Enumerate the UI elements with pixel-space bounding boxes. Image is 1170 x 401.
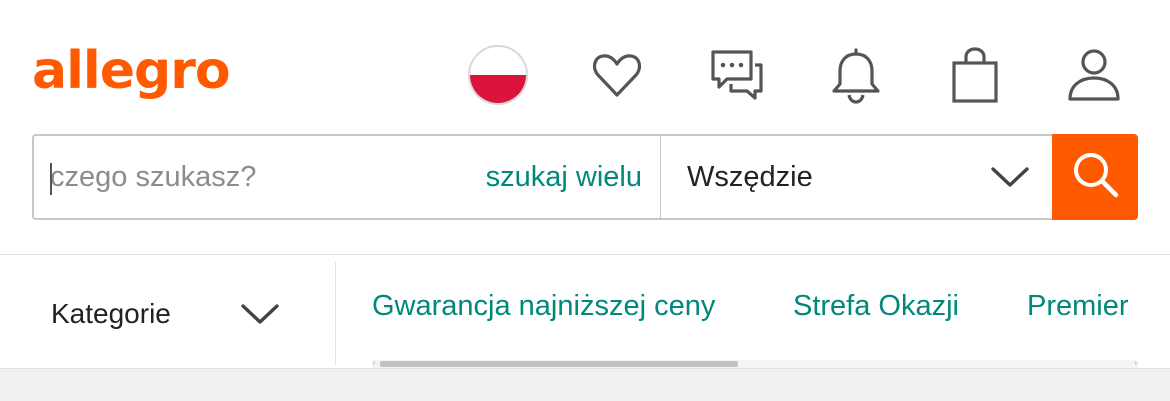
horizontal-scrollbar[interactable]: ‹ › xyxy=(372,360,1138,368)
page-content-background xyxy=(0,368,1170,401)
categories-label: Kategorie xyxy=(51,298,171,329)
search-input-container: szukaj wielu xyxy=(34,136,661,218)
search-scope-value: Wszędzie xyxy=(687,160,813,193)
promo-links-strip: Gwarancja najniższej ceny Strefa Okazji … xyxy=(338,262,1170,360)
poland-flag-icon[interactable] xyxy=(468,45,528,105)
search-bar: szukaj wielu Wszędzie xyxy=(32,134,1052,220)
search-input[interactable] xyxy=(50,136,470,218)
multi-search-link[interactable]: szukaj wielu xyxy=(486,136,642,218)
shopping-bag-icon[interactable] xyxy=(942,42,1008,108)
nav-link-deals-zone[interactable]: Strefa Okazji xyxy=(793,290,959,323)
header-divider xyxy=(0,254,1170,255)
chevron-down-icon xyxy=(240,300,280,333)
magnifier-icon xyxy=(1067,147,1123,208)
nav-link-lowest-price-guarantee[interactable]: Gwarancja najniższej ceny xyxy=(372,290,715,323)
allegro-logo[interactable]: allegro xyxy=(32,36,231,106)
search-scope-select[interactable]: Wszędzie xyxy=(661,136,1052,218)
categories-dropdown[interactable]: Kategorie xyxy=(0,262,336,366)
search-button[interactable] xyxy=(1052,134,1138,220)
chevron-down-icon xyxy=(990,163,1030,196)
bell-icon[interactable] xyxy=(823,42,889,108)
chat-bubbles-icon[interactable] xyxy=(703,42,769,108)
scroll-right-arrow-icon[interactable]: › xyxy=(1135,360,1137,368)
user-icon[interactable] xyxy=(1061,42,1127,108)
heart-icon[interactable] xyxy=(584,42,650,108)
flag-red-stripe xyxy=(470,75,526,103)
flag-white-stripe xyxy=(470,47,526,75)
nav-link-premier[interactable]: Premier xyxy=(1027,290,1129,323)
scrollbar-thumb[interactable] xyxy=(380,361,738,367)
text-cursor xyxy=(50,163,52,195)
scroll-left-arrow-icon[interactable]: ‹ xyxy=(373,360,375,368)
